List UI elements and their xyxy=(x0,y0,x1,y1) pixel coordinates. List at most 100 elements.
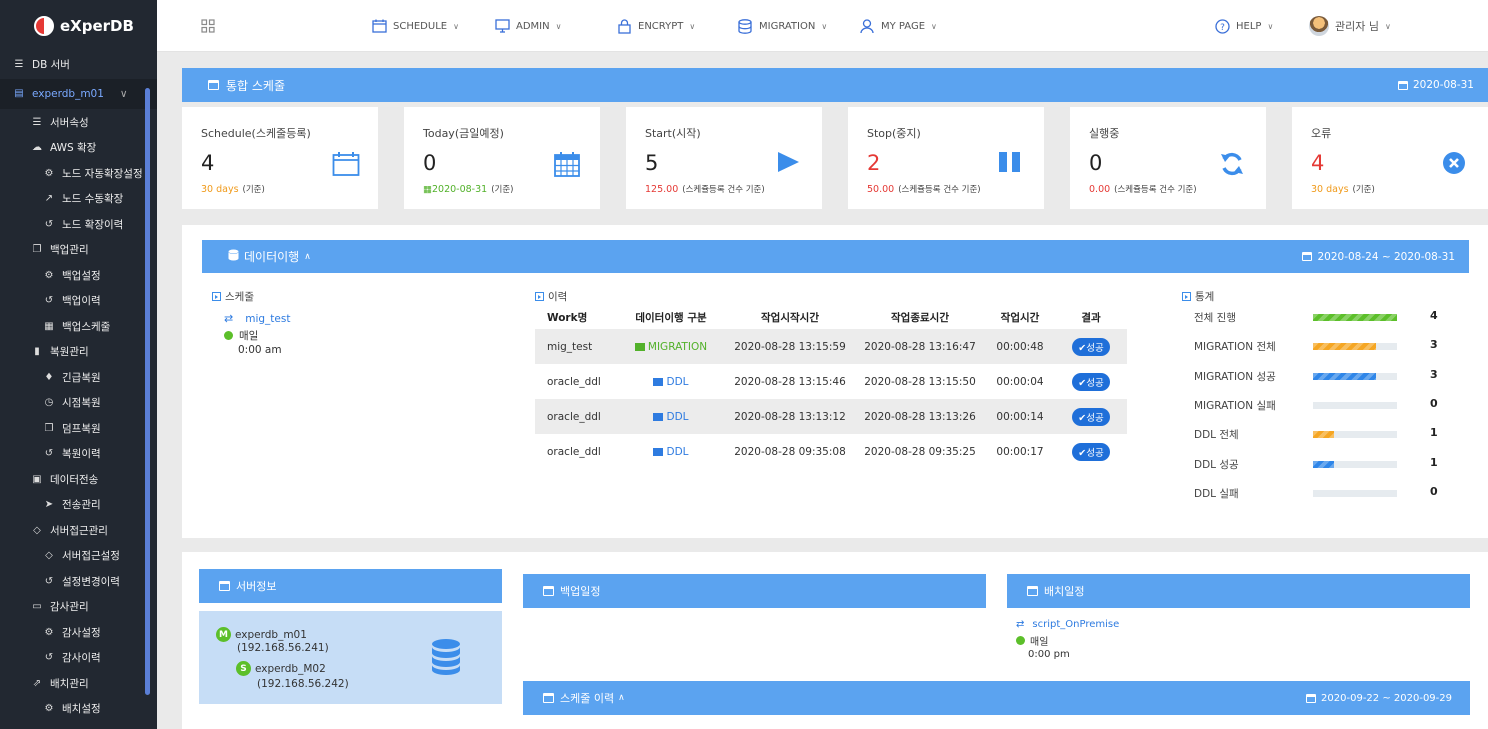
stat-card-3[interactable]: Stop(중지) 2 50.00 (스케쥴등록 건수 기준) xyxy=(848,107,1044,209)
status-badge[interactable]: ✔성공 xyxy=(1072,442,1110,461)
status-badge[interactable]: ✔성공 xyxy=(1072,372,1110,391)
progress-fill xyxy=(1313,314,1397,321)
stat-card-sub-value: 30 days xyxy=(201,184,239,195)
master-server[interactable]: M experdb_m01 xyxy=(216,627,307,642)
sidebar-item-2[interactable]: ☰ 서버속성 xyxy=(0,110,157,136)
status-badge-label: 성공 xyxy=(1086,342,1104,354)
sidebar-item-6[interactable]: ↺ 노드 확장이력 xyxy=(0,212,157,238)
table-row[interactable]: mig_test MIGRATION 2020-08-28 13:15:59 2020… xyxy=(535,329,1127,364)
sidebar-item-label: 덤프복원 xyxy=(62,422,101,435)
table-row[interactable]: oracle_ddl DDL 2020-08-28 09:35:08 2020-08-… xyxy=(535,434,1127,469)
sidebar-item-1[interactable]: ▤ experdb_m01 ∨ xyxy=(0,78,157,109)
sidebar-item-25[interactable]: ⚙ 배치설정 xyxy=(0,696,157,722)
migration-schedule-item[interactable]: ⇄ mig_test xyxy=(224,312,290,325)
nav-encrypt[interactable]: ENCRYPT ∨ xyxy=(616,0,695,52)
master-badge: M xyxy=(216,627,231,642)
col-start: 작업시작시간 xyxy=(761,311,819,324)
stat-card-1[interactable]: Today(금일예정) 0 ▦2020-08-31 (기준) xyxy=(404,107,600,209)
schedule-history-date-range: 2020-09-22 ~ 2020-09-29 xyxy=(1321,692,1452,704)
batch-schedule-item[interactable]: ⇄ script_OnPremise xyxy=(1016,619,1119,630)
sidebar-item-16[interactable]: ▣ 데이터전송 xyxy=(0,467,157,493)
slave-server-name: experdb_M02 xyxy=(255,662,326,675)
sidebar-item-18[interactable]: ◇ 서버접근관리 xyxy=(0,518,157,544)
sidebar-item-label: 감사이력 xyxy=(62,652,101,665)
stat-card-sub-note: (기준) xyxy=(491,185,514,195)
stat-card-5[interactable]: 오류 4 30 days (기준) xyxy=(1292,107,1488,209)
stat-card-title: 오류 xyxy=(1311,127,1332,140)
server-info-title: 서버정보 xyxy=(236,580,277,593)
chevron-up-icon: ∧ xyxy=(304,251,311,262)
sidebar-item-8[interactable]: ⚙ 백업설정 xyxy=(0,263,157,289)
exchange-icon: ⇄ xyxy=(224,312,234,325)
sidebar-item-label: 백업이력 xyxy=(62,295,101,308)
list-icon: ☰ xyxy=(32,116,42,128)
sidebar-item-23[interactable]: ↺ 감사이력 xyxy=(0,645,157,671)
cell-result: ✔성공 xyxy=(1055,399,1127,434)
sidebar-item-10[interactable]: ▦ 백업스케줄 xyxy=(0,314,157,340)
cloud-icon: ☁ xyxy=(32,142,42,154)
sidebar-item-19[interactable]: ◇ 서버접근설정 xyxy=(0,543,157,569)
sidebar-item-11[interactable]: ▮ 복원관리 xyxy=(0,339,157,365)
status-badge[interactable]: ✔성공 xyxy=(1072,337,1110,356)
brand-name: eXperDB xyxy=(60,17,134,35)
batch-schedule-frequency: 매일 xyxy=(1016,633,1048,648)
migration-schedule-name[interactable]: mig_test xyxy=(245,313,290,325)
status-badge[interactable]: ✔성공 xyxy=(1072,407,1110,426)
help-menu[interactable]: ? HELP ∨ xyxy=(1214,0,1273,52)
stat-card-4[interactable]: 실행중 0 0.00 (스케쥴등록 건수 기준) xyxy=(1070,107,1266,209)
schedule-history-header[interactable]: 스케줄 이력 ∧ 2020-09-22 ~ 2020-09-29 xyxy=(523,681,1470,715)
server-info-box: M experdb_m01 (192.168.56.241) S experdb… xyxy=(199,611,502,704)
cell-end: 2020-08-28 13:16:47 xyxy=(855,329,985,364)
sidebar-item-5[interactable]: ↗ 노드 수동확장 xyxy=(0,186,157,212)
progress-bar xyxy=(1313,431,1397,439)
sidebar-item-22[interactable]: ⚙ 감사설정 xyxy=(0,620,157,646)
database-icon xyxy=(432,639,460,675)
nav-mypage[interactable]: MY PAGE ∨ xyxy=(859,0,937,52)
sidebar-item-24[interactable]: ⇗ 배치관리 xyxy=(0,671,157,697)
monitor-icon: ▭ xyxy=(32,601,42,613)
apps-grid-button[interactable] xyxy=(201,0,215,52)
user-name: 관리자 님 xyxy=(1335,20,1379,33)
sidebar-item-14[interactable]: ❒ 덤프복원 xyxy=(0,416,157,442)
sidebar-item-7[interactable]: ❐ 백업관리 xyxy=(0,237,157,263)
master-server-name: experdb_m01 xyxy=(235,628,307,641)
table-row[interactable]: oracle_ddl DDL 2020-08-28 13:15:46 2020-08-… xyxy=(535,364,1127,399)
stat-card-sub: 125.00 (스케쥴등록 건수 기준) xyxy=(645,183,765,195)
cell-end: 2020-08-28 13:13:26 xyxy=(855,399,985,434)
sidebar-item-4[interactable]: ⚙ 노드 자동확장설정 xyxy=(0,161,157,187)
file-icon: ▮ xyxy=(34,346,40,358)
nav-schedule[interactable]: SCHEDULE ∨ xyxy=(371,0,459,52)
progress-fill xyxy=(1313,343,1376,351)
stat-card-2[interactable]: Start(시작) 5 125.00 (스케쥴등록 건수 기준) xyxy=(626,107,822,209)
sidebar-item-label: 배치설정 xyxy=(62,703,101,716)
sidebar-item-21[interactable]: ▭ 감사관리 xyxy=(0,594,157,620)
sidebar-scrollbar[interactable] xyxy=(145,88,150,695)
sidebar-item-label: 시점복원 xyxy=(62,397,101,410)
sidebar-item-15[interactable]: ↺ 복원이력 xyxy=(0,441,157,467)
batch-schedule-name[interactable]: script_OnPremise xyxy=(1032,619,1119,630)
stat-card-sub-value: 50.00 xyxy=(867,184,895,195)
sidebar-item-label: 백업관리 xyxy=(50,244,89,257)
table-row[interactable]: oracle_ddl DDL 2020-08-28 13:13:12 2020-08-… xyxy=(535,399,1127,434)
stat-card-title: Schedule(스케줄등록) xyxy=(201,127,311,140)
history-icon: ↺ xyxy=(44,218,54,230)
progress-bar xyxy=(1313,401,1397,409)
sidebar-item-9[interactable]: ↺ 백업이력 xyxy=(0,288,157,314)
stat-value: 0 xyxy=(1430,484,1438,498)
calendar-icon xyxy=(1302,252,1313,261)
cell-result: ✔성공 xyxy=(1055,364,1127,399)
sidebar-item-3[interactable]: ☁ AWS 확장 xyxy=(0,135,157,161)
slave-server[interactable]: S experdb_M02 xyxy=(236,661,326,676)
sidebar-item-12[interactable]: ♦ 긴급복원 xyxy=(0,365,157,391)
sidebar-item-20[interactable]: ↺ 설정변경이력 xyxy=(0,569,157,595)
nav-admin[interactable]: ADMIN ∨ xyxy=(494,0,561,52)
sidebar-item-13[interactable]: ◷ 시점복원 xyxy=(0,390,157,416)
sidebar-item-17[interactable]: ➤ 전송관리 xyxy=(0,492,157,518)
migration-panel-header[interactable]: 데이터이행 ∧ 2020-08-24 ~ 2020-08-31 xyxy=(202,240,1469,273)
brand-logo[interactable]: eXperDB xyxy=(0,0,157,52)
user-menu[interactable]: 관리자 님 ∨ xyxy=(1309,0,1391,52)
stat-card-0[interactable]: Schedule(스케줄등록) 4 30 days (기준) xyxy=(182,107,378,209)
nav-migration[interactable]: MIGRATION ∨ xyxy=(737,0,827,52)
sidebar-item-0[interactable]: ☰ DB 서버 xyxy=(0,52,157,78)
migration-section: 데이터이행 ∧ 2020-08-24 ~ 2020-08-31 스케줄 ⇄ mi… xyxy=(182,225,1488,538)
